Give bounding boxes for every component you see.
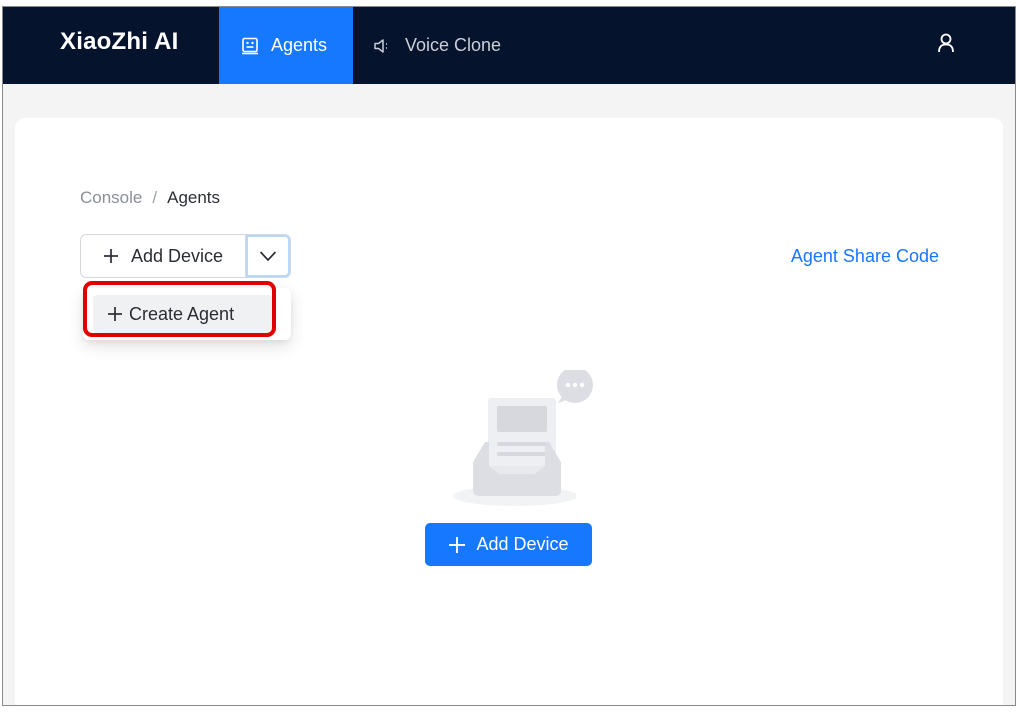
robot-icon [242, 37, 258, 54]
tab-voice-clone-label: Voice Clone [405, 35, 502, 55]
breadcrumb: Console / Agents [80, 188, 220, 208]
top-navbar: XiaoZhi AI Agents Voice Clone [3, 7, 1015, 84]
tab-voice-clone[interactable]: Voice Clone [373, 7, 501, 84]
add-device-dropdown-toggle[interactable] [245, 234, 291, 278]
user-menu-button[interactable] [934, 31, 958, 55]
add-device-split-button: Add Device [80, 234, 291, 278]
tab-agents[interactable]: Agents [219, 7, 353, 84]
empty-inbox-icon [453, 370, 593, 506]
speaker-icon [374, 38, 387, 53]
plus-icon [103, 249, 118, 263]
chevron-down-icon [259, 251, 277, 262]
tab-agents-label: Agents [271, 35, 328, 55]
plus-icon [449, 536, 466, 553]
agent-share-code-link[interactable]: Agent Share Code [791, 246, 939, 267]
add-device-primary-label: Add Device [476, 534, 569, 554]
breadcrumb-console[interactable]: Console [80, 188, 142, 207]
create-agent-label: Create Agent [129, 303, 235, 324]
app-window: XiaoZhi AI Agents Voice Clone Console / … [2, 6, 1016, 706]
main-content-card: Console / Agents Add Device Agent Share Co… [15, 118, 1003, 705]
add-device-primary-button[interactable]: Add Device [425, 523, 592, 566]
add-device-dropdown-menu: Create Agent [83, 288, 291, 340]
breadcrumb-current: Agents [167, 188, 221, 207]
plus-icon [108, 307, 122, 321]
brand-logo: XiaoZhi AI [60, 28, 179, 55]
breadcrumb-separator: / [152, 188, 158, 207]
add-device-label: Add Device [130, 245, 224, 266]
add-device-button[interactable]: Add Device [80, 234, 245, 278]
create-agent-menu-item[interactable]: Create Agent [93, 295, 273, 333]
user-icon [938, 33, 954, 53]
